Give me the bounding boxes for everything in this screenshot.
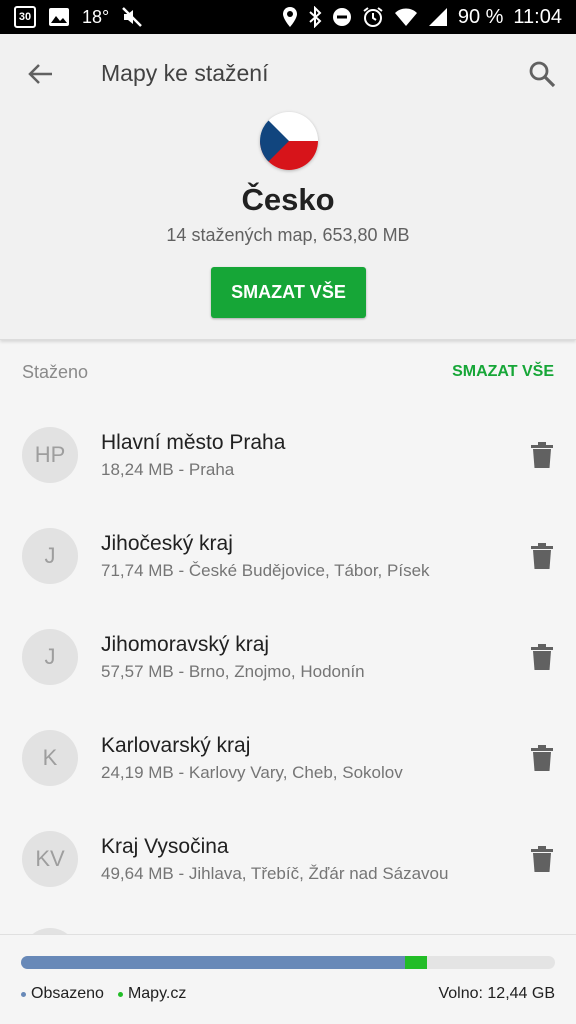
map-details: 18,24 MB - Praha [101,460,235,479]
trash-icon [531,543,553,569]
legend-used-dot [21,991,26,997]
back-arrow-icon [28,64,52,84]
temperature: 18° [82,6,110,27]
storage-used-segment [21,956,406,969]
storage-app-segment [405,956,427,969]
map-avatar: HP [22,427,78,483]
clock: 11:04 [513,5,562,28]
downloaded-maps-list: HP Hlavní město Praha 18,24 MB - Praha J Jih… [0,403,576,908]
map-name: Karlovarský kraj [101,734,251,757]
storage-panel: Obsazeno Mapy.cz Volno: 12,44 GB [0,934,576,1024]
map-name: Kraj Vysočina [101,835,229,858]
delete-all-button[interactable]: SMAZAT VŠE [211,267,366,318]
delete-map-button[interactable] [524,540,560,572]
map-list-item[interactable]: J Jihočeský kraj 71,74 MB - České Budějovi… [0,504,576,605]
delete-map-button[interactable] [524,641,560,673]
signal-icon [428,7,448,27]
storage-legend: Obsazeno Mapy.cz [21,985,186,1003]
map-details: 71,74 MB - České Budějovice, Tábor, Píse… [101,561,430,580]
legend-app: Mapy.cz [117,985,187,1003]
mute-icon [121,6,143,28]
map-avatar: K [22,730,78,786]
map-details: 49,64 MB - Jihlava, Třebíč, Žďár nad Sáz… [101,864,449,883]
map-name: Jihočeský kraj [101,532,233,555]
image-icon [48,7,70,27]
alarm-icon [362,6,384,28]
map-avatar: KV [22,831,78,887]
legend-used: Obsazeno [21,985,104,1003]
storage-bar [21,956,555,969]
delete-map-button[interactable] [524,742,560,774]
country-header: Mapy ke stažení Česko 14 stažených map, … [0,34,576,340]
map-list-item[interactable]: KV Kraj Vysočina 49,64 MB - Jihlava, Třebí… [0,807,576,908]
status-bar: 30 18° 90 % 11:04 [0,0,576,34]
map-details: 24,19 MB - Karlovy Vary, Cheb, Sokolov [101,763,403,782]
page-title: Mapy ke stažení [101,60,269,86]
search-button[interactable] [524,56,560,92]
bluetooth-icon [308,6,322,28]
battery-level: 90 % [457,5,504,28]
storage-free-label: Volno: 12,44 GB [438,985,555,1002]
section-delete-all-link[interactable]: SMAZAT VŠE [452,363,554,381]
downloaded-section-header: Staženo SMAZAT VŠE [0,352,576,392]
legend-app-label: Mapy.cz [127,985,187,1002]
trash-icon [531,442,553,468]
search-icon [529,61,556,88]
do-not-disturb-icon [332,7,352,27]
legend-app-dot [117,991,123,997]
calendar-day: 30 [18,10,32,23]
trash-icon [531,846,553,872]
map-list-item[interactable]: K Karlovarský kraj 24,19 MB - Karlovy Vary… [0,706,576,807]
map-name: Jihomoravský kraj [101,633,270,656]
trash-icon [531,745,553,771]
map-list-item[interactable]: HP Hlavní město Praha 18,24 MB - Praha [0,403,576,504]
location-icon [282,6,298,28]
map-name: Hlavní město Praha [101,431,286,454]
delete-map-button[interactable] [524,843,560,875]
calendar-icon: 30 [14,6,36,28]
czech-flag-icon [260,112,318,170]
back-button[interactable] [22,58,58,90]
map-avatar: J [22,629,78,685]
country-flag [260,112,318,170]
trash-icon [531,644,553,670]
map-avatar: J [22,528,78,584]
map-list-item[interactable]: J Jihomoravský kraj 57,57 MB - Brno, Znojm… [0,605,576,706]
delete-map-button[interactable] [524,439,560,471]
wifi-icon [394,7,418,27]
section-title: Staženo [22,362,89,382]
country-name: Česko [241,182,335,217]
legend-used-label: Obsazeno [31,985,104,1002]
country-summary: 14 stažených map, 653,80 MB [166,225,410,245]
map-details: 57,57 MB - Brno, Znojmo, Hodonín [101,662,365,681]
